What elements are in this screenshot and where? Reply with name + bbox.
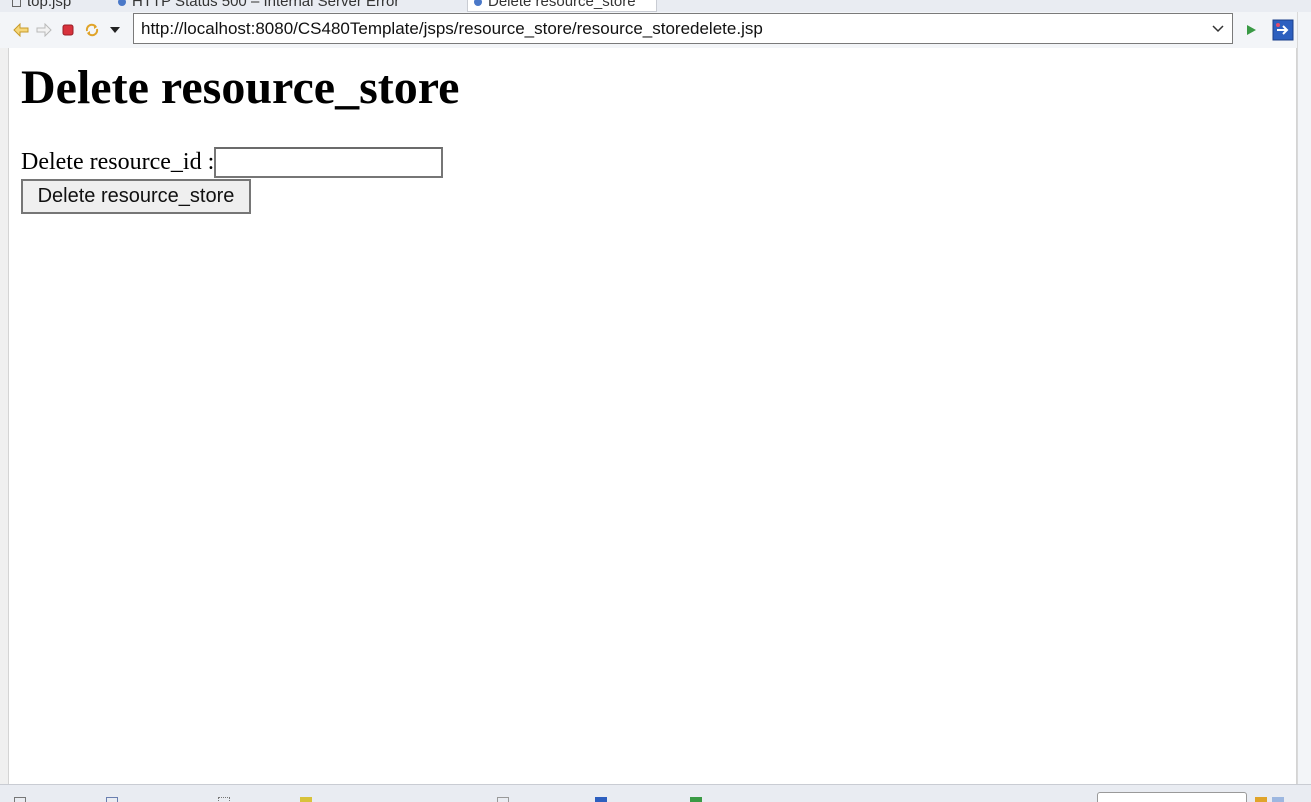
view-tab-icon[interactable]	[300, 797, 312, 802]
stop-icon[interactable]	[59, 21, 77, 39]
view-tab-icon[interactable]	[595, 797, 607, 802]
external-browser-icon[interactable]	[1272, 19, 1294, 41]
browser-viewport: Delete resource_store Delete resource_id…	[8, 48, 1297, 784]
page-title: Delete resource_store	[21, 61, 460, 114]
chevron-down-icon[interactable]	[1210, 19, 1226, 37]
refresh-icon[interactable]	[83, 21, 101, 39]
view-tab-icon[interactable]	[218, 797, 230, 802]
sync-icon[interactable]	[1255, 797, 1267, 802]
browser-toolbar	[0, 12, 1311, 48]
delete-form-row: Delete resource_id :	[21, 147, 444, 178]
tab-top-jsp[interactable]: top.jsp	[12, 0, 71, 11]
dropdown-menu-icon[interactable]	[106, 21, 124, 39]
tab-label: HTTP Status 500 – Internal Server Error	[132, 0, 400, 10]
url-bar[interactable]	[133, 13, 1233, 44]
view-tab-icon[interactable]	[497, 797, 509, 802]
resource-id-label: Delete resource_id :	[21, 149, 215, 175]
url-input[interactable]	[141, 17, 1201, 40]
tab-http-status-500[interactable]: HTTP Status 500 – Internal Server Error	[118, 0, 399, 11]
jsp-file-icon	[12, 0, 21, 8]
forward-arrow-icon[interactable]	[35, 21, 53, 39]
back-arrow-icon[interactable]	[12, 21, 30, 39]
view-tab-icon[interactable]	[106, 797, 118, 802]
right-panel-edge	[1297, 12, 1311, 784]
bottom-view-strip	[0, 784, 1311, 802]
view-tab-icon[interactable]	[14, 797, 26, 802]
tab-label: Delete resource_store	[488, 0, 636, 10]
delete-resource-store-button[interactable]: Delete resource_store	[21, 179, 251, 214]
globe-icon	[118, 0, 126, 7]
tab-delete-resource-store[interactable]: Delete resource_store	[467, 0, 657, 12]
go-run-icon[interactable]	[1242, 21, 1260, 39]
link-icon[interactable]	[1272, 797, 1284, 802]
resource-id-input[interactable]	[214, 147, 444, 178]
globe-icon	[474, 0, 482, 7]
view-tab-icon[interactable]	[690, 797, 702, 802]
filter-field[interactable]	[1097, 792, 1247, 802]
tab-label: top.jsp	[27, 0, 72, 10]
